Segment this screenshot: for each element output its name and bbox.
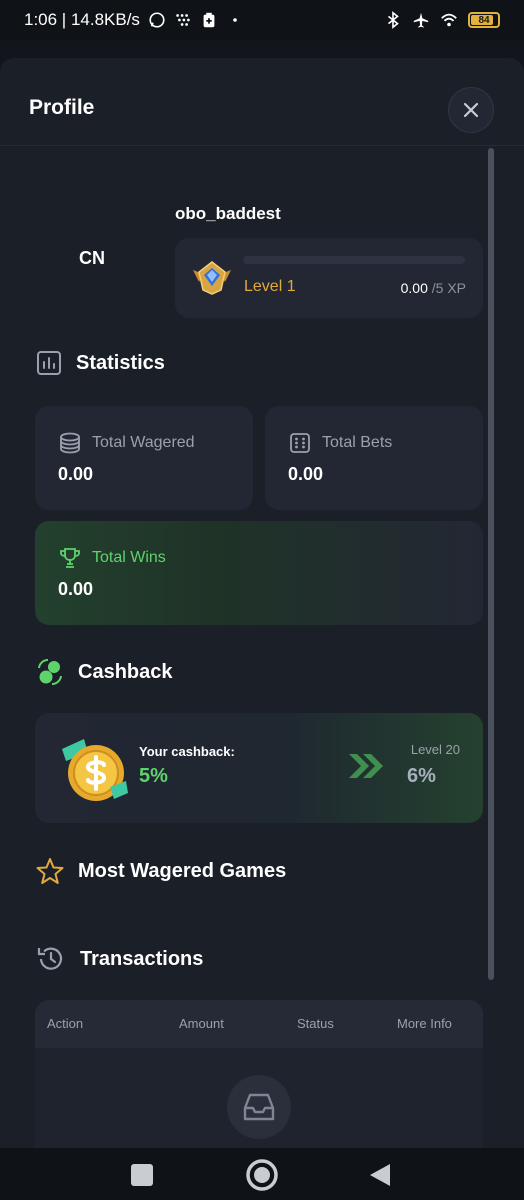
history-icon xyxy=(37,947,63,970)
total-bets-card: Total Bets 0.00 xyxy=(265,406,483,510)
star-icon xyxy=(36,858,64,884)
airplane-icon xyxy=(413,12,429,28)
dollar-coin-icon xyxy=(62,739,128,801)
level-card: Level 1 0.00 /5 XP xyxy=(175,238,483,318)
wifi-icon xyxy=(441,13,457,27)
back-button[interactable] xyxy=(360,1155,400,1195)
home-circle-icon xyxy=(246,1159,278,1191)
system-nav-bar xyxy=(0,1148,524,1200)
column-amount[interactable]: Amount xyxy=(179,1016,224,1031)
scrollbar[interactable] xyxy=(488,148,494,980)
close-icon xyxy=(463,102,479,118)
total-bets-value: 0.00 xyxy=(288,464,324,484)
total-wagered-label: Total Wagered xyxy=(92,434,195,451)
dot-icon xyxy=(233,18,237,22)
trophy-icon xyxy=(60,548,80,568)
xp-progress-bar xyxy=(243,256,465,264)
bar-chart-icon xyxy=(37,351,61,375)
whatsapp-icon xyxy=(149,12,165,28)
statistics-title: Statistics xyxy=(76,351,165,374)
most-wagered-heading: Most Wagered Games xyxy=(36,857,286,885)
column-status[interactable]: Status xyxy=(297,1016,334,1031)
total-wagered-value: 0.00 xyxy=(58,464,94,484)
page-title: Profile xyxy=(29,96,95,119)
next-level-cashback: 6% xyxy=(407,765,436,787)
square-icon xyxy=(131,1164,153,1186)
xp-total: /5 XP xyxy=(431,280,466,296)
status-bar: 1:06 | 14.8KB/s 84 xyxy=(0,0,524,40)
your-cashback-value: 5% xyxy=(139,765,168,787)
coins-icon xyxy=(60,432,80,454)
battery-level: 84 xyxy=(478,14,490,26)
profile-panel: Profile CN obo_baddest Level 1 0.00 /5 X… xyxy=(0,58,524,1148)
close-button[interactable] xyxy=(448,87,494,133)
panel-header: Profile xyxy=(0,58,524,146)
transactions-table-header: Action Amount Status More Info xyxy=(35,1000,483,1048)
column-more-info[interactable]: More Info xyxy=(397,1016,452,1031)
xp-readout: 0.00 /5 XP xyxy=(401,280,466,296)
total-wins-value: 0.00 xyxy=(58,579,94,599)
back-triangle-icon xyxy=(370,1164,390,1186)
transactions-title: Transactions xyxy=(80,947,204,970)
level-badge-icon xyxy=(193,261,231,295)
bluetooth-icon xyxy=(387,11,399,29)
empty-state xyxy=(227,1075,291,1139)
transactions-table: Action Amount Status More Info xyxy=(35,1000,483,1148)
home-button[interactable] xyxy=(242,1155,282,1195)
dice-icon xyxy=(290,433,310,453)
column-action[interactable]: Action xyxy=(47,1016,83,1031)
cashback-title: Cashback xyxy=(78,660,173,683)
inbox-icon xyxy=(243,1093,275,1121)
statistics-heading: Statistics xyxy=(36,350,165,376)
total-wins-label: Total Wins xyxy=(92,549,166,566)
status-time-speed: 1:06 | 14.8KB/s xyxy=(24,10,140,29)
your-cashback-label: Your cashback: xyxy=(139,744,235,759)
next-level-label: Level 20 xyxy=(410,742,460,757)
battery-saver-icon xyxy=(203,12,215,28)
total-bets-label: Total Bets xyxy=(322,434,393,451)
total-wagered-card: Total Wagered 0.00 xyxy=(35,406,253,510)
cashback-card: Your cashback: 5% Level 20 6% xyxy=(35,713,483,823)
grid-icon xyxy=(176,14,190,26)
double-chevron-right-icon xyxy=(349,754,383,778)
username: obo_baddest xyxy=(175,204,281,223)
transactions-heading: Transactions xyxy=(36,944,203,974)
recents-button[interactable] xyxy=(122,1155,162,1195)
most-wagered-title: Most Wagered Games xyxy=(78,859,287,882)
cashback-icon xyxy=(38,658,62,686)
level-name: Level 1 xyxy=(244,278,296,295)
avatar-initials: CN xyxy=(79,248,105,268)
xp-current: 0.00 xyxy=(400,280,428,296)
cashback-heading: Cashback xyxy=(36,658,173,686)
battery-icon: 84 xyxy=(468,12,500,28)
total-wins-card: Total Wins 0.00 xyxy=(35,521,483,625)
